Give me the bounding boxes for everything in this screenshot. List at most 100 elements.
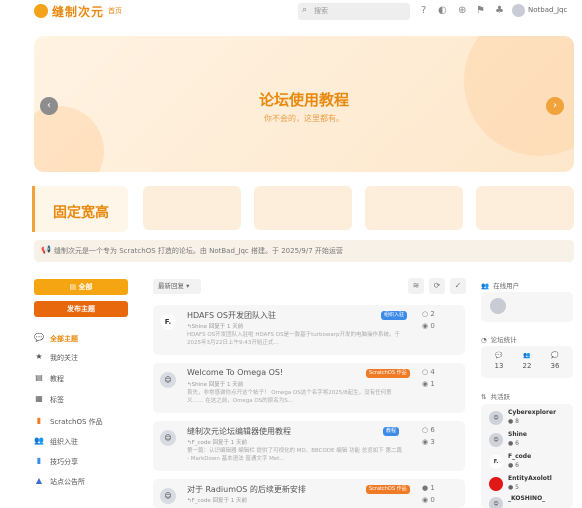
announcement-bar: 📢 缝制次元是一个专为 ScratchOS 打造的论坛。由 NotBad_Jqc… (34, 240, 574, 262)
leaderboard-avatar[interactable]: ☺ (489, 411, 503, 425)
leaderboard-score: ● 6 (508, 462, 519, 469)
topic-avatar[interactable]: ☺ (160, 488, 176, 504)
search-placeholder: 搜索 (314, 7, 328, 15)
leaderboard-score-value: 6 (515, 462, 519, 469)
reply-count: ○ 6 (422, 426, 435, 434)
leaderboard-name[interactable]: Cyberexplorer (508, 409, 556, 416)
sidebar-item-all[interactable]: 💬 全部主题 (34, 333, 134, 345)
view-count: ◉ 0 (422, 496, 435, 504)
carousel-next-button[interactable]: › (546, 97, 564, 115)
top-header: 缝制次元 首页 ⌕ 搜索 ? ◐ ⊕ ⚑ ♣ Notbad_Jqc (0, 0, 582, 24)
search-box[interactable]: ⌕ 搜索 (298, 3, 410, 20)
online-user-avatar[interactable] (490, 298, 506, 314)
topic-title[interactable]: HDAFS OS开发团队入驻 (187, 310, 276, 321)
topic-title[interactable]: 对于 RadiumOS 的后续更新安排 (187, 484, 306, 495)
leaderboard-name[interactable]: _KOSHINO_ (508, 495, 545, 502)
featured-card[interactable] (254, 186, 352, 230)
view-count-value: 0 (430, 496, 435, 504)
sidebar-item-tips[interactable]: ▮ 技巧分享 (34, 456, 134, 468)
topic-item[interactable]: ☺ 对于 RadiumOS 的后续更新安排 ↰F_code 回复于 1 天前 S… (153, 479, 465, 508)
book-icon: ▤ (35, 373, 43, 382)
help-icon[interactable]: ? (421, 5, 426, 16)
all-topics-button[interactable]: ▤ 全部 (34, 279, 128, 295)
tag-icon: ▮ (36, 416, 42, 425)
users-icon: 👥 (34, 436, 44, 445)
triangle-icon: ▲ (35, 476, 43, 485)
topic-item[interactable]: ☺ Welcome To Omega OS! ↰Shine 回复于 1 天前 首… (153, 363, 465, 413)
user-avatar[interactable] (512, 4, 525, 17)
leaderboard-item[interactable]: ☺ _KOSHINO_ (489, 495, 571, 508)
sort-dropdown[interactable]: 最新回复 ▾ (153, 279, 201, 294)
refresh-icon[interactable]: ⟳ (429, 278, 445, 294)
featured-card[interactable]: 固定宽高 (32, 186, 128, 232)
topic-excerpt: 首先，非常感谢你点开这个帖子！ Omega OS这个名字将2025/8起生，没有… (187, 390, 392, 404)
hero-carousel[interactable]: 论坛使用教程 你不会的，这里都有。 ‹ › (34, 36, 574, 172)
topic-excerpt: 第一篇：认识编辑器 编辑栏 提供了可视化的 MD、BBCODE 编辑 功能 总览… (187, 448, 403, 462)
leaderboard-item[interactable]: ☺ Cyberexplorer ● 8 (489, 409, 571, 427)
stat-discussions: 💬 13 (489, 352, 509, 370)
leaderboard-item[interactable]: ☺ Shine ● 6 (489, 431, 571, 449)
topic-tag[interactable]: ScratchOS 作品 (366, 485, 410, 494)
featured-card[interactable] (476, 186, 574, 230)
leaderboard-score: ● 5 (508, 484, 519, 491)
topic-avatar[interactable]: ☺ (160, 372, 176, 388)
topic-title[interactable]: 缝制次元论坛编辑器使用教程 (187, 426, 291, 437)
search-icon: ⌕ (302, 5, 308, 15)
topic-meta: ↰Shine 回复于 1 天前 (187, 382, 244, 388)
carousel-prev-button[interactable]: ‹ (40, 97, 58, 115)
sidebar-item-label: 教程 (50, 375, 64, 383)
leaderboard-name[interactable]: EntityAxolotl (508, 475, 552, 482)
grid-icon[interactable]: ⊕ (458, 5, 466, 16)
leaderboard-avatar[interactable]: F. (489, 455, 503, 469)
topic-avatar[interactable]: ☺ (160, 430, 176, 446)
logo-icon[interactable] (34, 4, 48, 18)
leaderboard-avatar[interactable] (489, 477, 503, 491)
sidebar-item-tutorials[interactable]: ▤ 教程 (34, 373, 134, 385)
topic-title[interactable]: Welcome To Omega OS! (187, 368, 283, 377)
home-link[interactable]: 首页 (108, 6, 122, 16)
leaderboard-score: ● 8 (508, 418, 519, 425)
reply-count: ● 1 (422, 484, 435, 492)
all-topics-label: 全部 (78, 283, 93, 291)
site-logo-text[interactable]: 缝制次元 (52, 3, 104, 20)
leaderboard-score: ● 6 (508, 440, 519, 447)
leaderboard-item[interactable]: F. F_code ● 6 (489, 453, 571, 471)
leaderboard-avatar[interactable]: ☺ (489, 497, 503, 508)
sidebar-item-following[interactable]: ★ 我的关注 (34, 352, 134, 364)
forum-stats-title: ◔ 论坛统计 (481, 334, 517, 344)
topic-tag[interactable]: ScratchOS 作品 (366, 369, 410, 378)
ranking-icon: ⇅ (481, 393, 487, 401)
topic-tag[interactable]: 教程 (383, 427, 400, 436)
sidebar-item-label: 站点公告所 (50, 478, 85, 486)
sidebar-item-label: 技巧分享 (50, 458, 78, 466)
carousel-dots[interactable] (292, 161, 318, 172)
leaderboard-avatar[interactable]: ☺ (489, 433, 503, 447)
sidebar-item-orgs[interactable]: 👥 组织入驻 (34, 436, 134, 448)
chart-icon: ◔ (481, 336, 487, 344)
topic-avatar[interactable]: F. (160, 314, 176, 330)
leaderboard-name[interactable]: F_code (508, 453, 531, 460)
topic-item[interactable]: ☺ 缝制次元论坛编辑器使用教程 ↰F_code 回复于 1 天前 第一篇：认识编… (153, 421, 465, 471)
theme-icon[interactable]: ◐ (438, 5, 447, 16)
leaderboard-item[interactable]: EntityAxolotl ● 5 (489, 475, 571, 493)
user-name[interactable]: Notbad_Jqc (528, 6, 567, 14)
sidebar-item-label: 全部主题 (50, 335, 78, 343)
featured-card[interactable] (143, 186, 241, 230)
sidebar-item-tags[interactable]: ▦ 标签 (34, 394, 134, 406)
sidebar-item-scratchos[interactable]: ▮ ScratchOS 作品 (34, 416, 134, 428)
new-topic-button[interactable]: 发布主题 (34, 301, 128, 317)
tag-icon: ▮ (36, 456, 42, 465)
topic-item[interactable]: F. HDAFS OS开发团队入驻 ↰Shine 回复于 1 天前 HDAFS … (153, 305, 465, 355)
sidebar-item-announcements[interactable]: ▲ 站点公告所 (34, 476, 134, 488)
reply-count: ○ 2 (422, 310, 435, 318)
bell-icon[interactable]: ♣ (495, 5, 504, 16)
rss-icon[interactable]: ≋ (408, 278, 424, 294)
sidebar-item-label: 组织入驻 (50, 438, 78, 446)
featured-card[interactable] (365, 186, 463, 230)
flag-icon[interactable]: ⚑ (476, 5, 485, 16)
online-users-label: 在线用户 (493, 282, 520, 290)
mark-read-icon[interactable]: ✓ (450, 278, 466, 294)
leaderboard-title: ⇅ 共活跃 (481, 391, 510, 401)
leaderboard-name[interactable]: Shine (508, 431, 527, 438)
topic-tag[interactable]: 组织入驻 (381, 311, 408, 320)
